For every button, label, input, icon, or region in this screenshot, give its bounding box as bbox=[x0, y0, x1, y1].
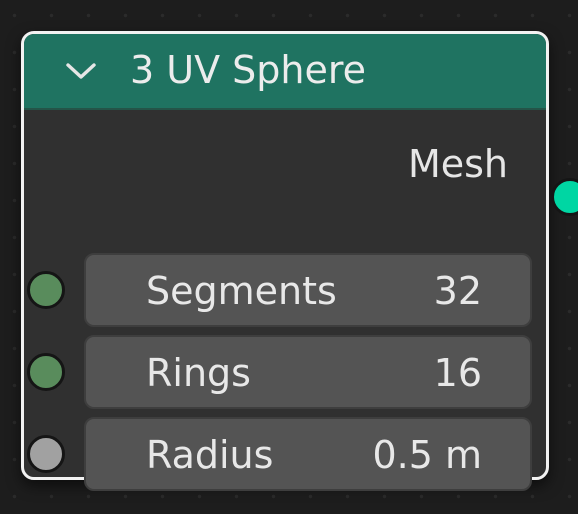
chevron-down-icon[interactable] bbox=[64, 58, 98, 84]
radius-field[interactable]: Radius 0.5 m bbox=[84, 417, 532, 491]
radius-value: 0.5 m bbox=[372, 433, 482, 477]
segments-field[interactable]: Segments 32 bbox=[84, 253, 532, 327]
input-socket-radius[interactable] bbox=[27, 435, 65, 473]
node-title: 3 UV Sphere bbox=[130, 48, 367, 92]
segments-label: Segments bbox=[146, 269, 337, 313]
uv-sphere-node[interactable]: 3 UV Sphere Mesh Segments 32 Rings 16 Ra… bbox=[21, 31, 578, 491]
rings-label: Rings bbox=[146, 351, 251, 395]
output-label-mesh: Mesh bbox=[407, 142, 508, 186]
output-socket-mesh[interactable] bbox=[551, 178, 578, 216]
rings-field[interactable]: Rings 16 bbox=[84, 335, 532, 409]
rings-value: 16 bbox=[433, 351, 482, 395]
input-socket-segments[interactable] bbox=[27, 271, 65, 309]
node-header[interactable]: 3 UV Sphere bbox=[24, 34, 546, 110]
input-socket-rings[interactable] bbox=[27, 353, 65, 391]
radius-label: Radius bbox=[146, 433, 274, 477]
segments-value: 32 bbox=[433, 269, 482, 313]
